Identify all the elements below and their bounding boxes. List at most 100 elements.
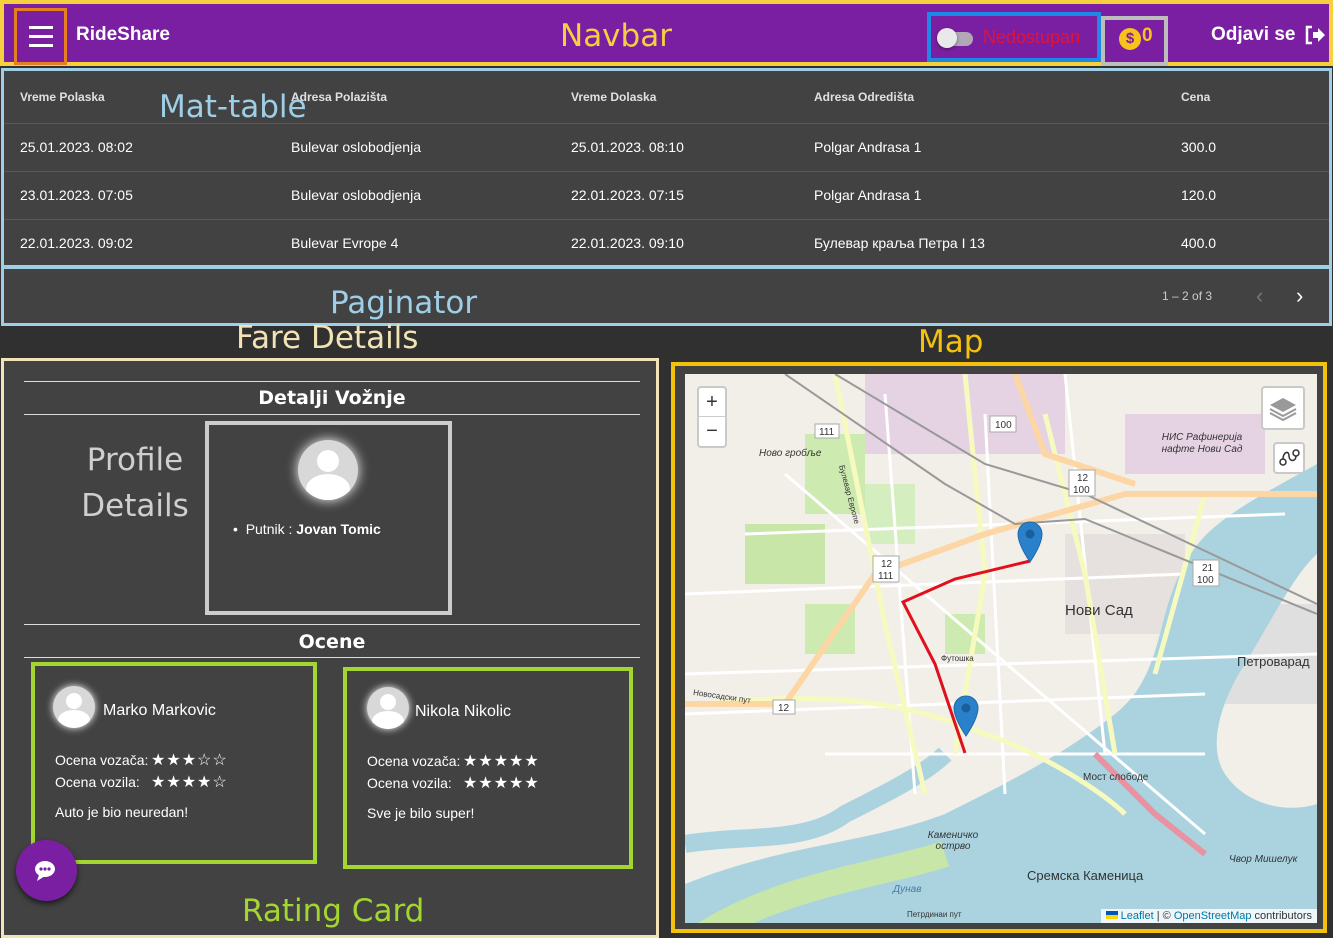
col-departure-address[interactable]: Adresa Polazišta xyxy=(275,71,555,124)
annotation-fare-details: Fare Details xyxy=(236,320,419,356)
map-label-kamenicko-ostrvo: Каменичко острво xyxy=(927,830,979,852)
svg-text:111: 111 xyxy=(819,427,835,438)
rater-name: Nikola Nikolic xyxy=(415,703,512,720)
ratings-title: Ocene xyxy=(298,631,366,653)
annotation-rating-card: Rating Card xyxy=(242,893,425,929)
rating-card: Marko Markovic Ocena vozača: ★★★☆☆ Ocena… xyxy=(31,662,317,864)
avatar xyxy=(53,686,95,728)
previous-page-button[interactable]: ‹ xyxy=(1256,283,1263,309)
driver-star-rating: ★★★★★ xyxy=(463,753,540,770)
map-attribution: Leaflet | © OpenStreetMap contributors xyxy=(1100,909,1317,923)
avatar-body-shape xyxy=(58,710,90,728)
logout-label: Odjavi se xyxy=(1211,24,1296,45)
avatar-head-shape xyxy=(317,450,339,472)
svg-text:100: 100 xyxy=(1073,485,1090,496)
divider xyxy=(24,657,640,658)
map-view[interactable]: 100 111 12 100 12 111 21 100 12 Нови Сад Пе… xyxy=(685,374,1317,923)
cell: Polgar Andrasa 1 xyxy=(798,123,1165,172)
col-destination-address[interactable]: Adresa Odredišta xyxy=(798,71,1165,124)
svg-text:111: 111 xyxy=(878,571,894,582)
svg-text:100: 100 xyxy=(995,420,1012,431)
logout-button[interactable]: Odjavi se xyxy=(1211,24,1326,46)
map-label-futoska: Футошка xyxy=(941,654,974,663)
osm-link[interactable]: OpenStreetMap xyxy=(1174,910,1252,922)
divider xyxy=(24,381,640,382)
cell: Bulevar oslobodjenja xyxy=(275,123,555,172)
table-row[interactable]: 23.01.2023. 07:05 Bulevar oslobodjenja 2… xyxy=(4,171,1329,220)
divider xyxy=(24,624,640,625)
col-price[interactable]: Cena xyxy=(1165,71,1329,124)
rides-table: Vreme Polaska Adresa Polazišta Vreme Dol… xyxy=(1,68,1332,268)
vehicle-rating-label: Ocena vozila: xyxy=(367,775,452,791)
availability-toggle[interactable]: Nedostupan xyxy=(927,12,1101,62)
vehicle-rating-label: Ocena vozila: xyxy=(55,774,140,790)
rater-name: Marko Markovic xyxy=(103,702,216,719)
passenger-label: Putnik xyxy=(245,521,285,537)
vehicle-star-rating: ★★★★★ xyxy=(463,775,540,792)
driver-rating-label: Ocena vozača: xyxy=(55,752,149,768)
zoom-in-button[interactable]: + xyxy=(699,388,725,417)
svg-text:12: 12 xyxy=(881,559,893,570)
map-label-novo-groblje: Ново гробље xyxy=(759,448,822,459)
table-row[interactable]: 25.01.2023. 08:02 Bulevar oslobodjenja 2… xyxy=(4,123,1329,172)
rating-comment: Auto je bio neuredan! xyxy=(55,804,189,820)
next-page-button[interactable]: › xyxy=(1296,283,1303,309)
routing-button[interactable] xyxy=(1273,442,1305,474)
divider xyxy=(24,414,640,415)
cell: Bulevar Evrope 4 xyxy=(275,219,555,268)
cell: Polgar Andrasa 1 xyxy=(798,171,1165,220)
zoom-control: + − xyxy=(697,386,727,448)
map-label-most-slobode: Мост слободе xyxy=(1083,772,1149,783)
zoom-out-button[interactable]: − xyxy=(699,417,725,446)
cell: Bulevar oslobodjenja xyxy=(275,171,555,220)
fare-details-panel: Detalji Vožnje Profile Details • Putnik … xyxy=(1,358,659,938)
layers-icon xyxy=(1269,398,1297,422)
cell: 300.0 xyxy=(1165,123,1329,172)
cell: 23.01.2023. 07:05 xyxy=(4,171,275,220)
cell: 25.01.2023. 08:10 xyxy=(555,123,798,172)
map-label-dunav: Дунав xyxy=(893,884,922,895)
menu-button[interactable] xyxy=(14,8,67,65)
toggle-knob[interactable] xyxy=(937,28,957,48)
cell: 22.01.2023. 07:15 xyxy=(555,171,798,220)
brand-title[interactable]: RideShare xyxy=(76,24,170,46)
driver-star-rating: ★★★☆☆ xyxy=(151,752,228,769)
passenger-name: Jovan Tomic xyxy=(296,521,381,537)
avatar-body-shape xyxy=(306,474,350,500)
cell: 400.0 xyxy=(1165,219,1329,268)
menu-icon-bar xyxy=(28,35,53,38)
avatar xyxy=(367,687,409,729)
table-row[interactable]: 22.01.2023. 09:02 Bulevar Evrope 4 22.01… xyxy=(4,219,1329,268)
attribution-contributors: contributors xyxy=(1251,910,1312,922)
svg-text:12: 12 xyxy=(1077,473,1089,484)
avatar-head-shape xyxy=(66,693,82,709)
cell: 120.0 xyxy=(1165,171,1329,220)
avatar-body-shape xyxy=(372,711,404,729)
cell: 22.01.2023. 09:02 xyxy=(4,219,275,268)
availability-label: Nedostupan xyxy=(983,27,1081,47)
paginator: Paginator 1 – 2 of 3 ‹ › xyxy=(1,266,1332,326)
page-range: 1 – 2 of 3 xyxy=(1162,289,1213,303)
driver-rating-label: Ocena vozača: xyxy=(367,753,461,769)
annotation-paginator: Paginator xyxy=(330,285,478,321)
rating-comment: Sve je bilo super! xyxy=(367,805,475,821)
chat-button[interactable] xyxy=(16,840,77,901)
vehicle-star-rating: ★★★★☆ xyxy=(151,774,228,791)
col-arrival-time[interactable]: Vreme Dolaska xyxy=(555,71,798,124)
svg-text:12: 12 xyxy=(778,703,790,714)
map-label-novi-sad: Нови Сад xyxy=(1065,602,1133,619)
map-label-nis-refinery: НИС Рафинерија нафте Нови Сад xyxy=(1161,432,1243,455)
chat-icon xyxy=(34,860,55,881)
annotation-navbar: Navbar xyxy=(560,18,672,54)
coin-balance: 0 xyxy=(1142,25,1153,46)
annotation-mat-table: Mat-table xyxy=(159,89,307,125)
map-label-cvor-miseluk: Чвор Мишелук xyxy=(1229,854,1298,865)
layers-button[interactable] xyxy=(1261,386,1305,430)
map-panel: 100 111 12 100 12 111 21 100 12 Нови Сад Пе… xyxy=(671,362,1327,933)
leaflet-link[interactable]: Leaflet xyxy=(1121,910,1154,922)
menu-icon-bar xyxy=(28,26,53,29)
navbar: RideShare Navbar Nedostupan $ 0 Odjavi s… xyxy=(0,0,1333,66)
menu-icon-bar xyxy=(28,44,53,47)
avatar-head-shape xyxy=(380,694,396,710)
routing-icon xyxy=(1279,449,1300,466)
